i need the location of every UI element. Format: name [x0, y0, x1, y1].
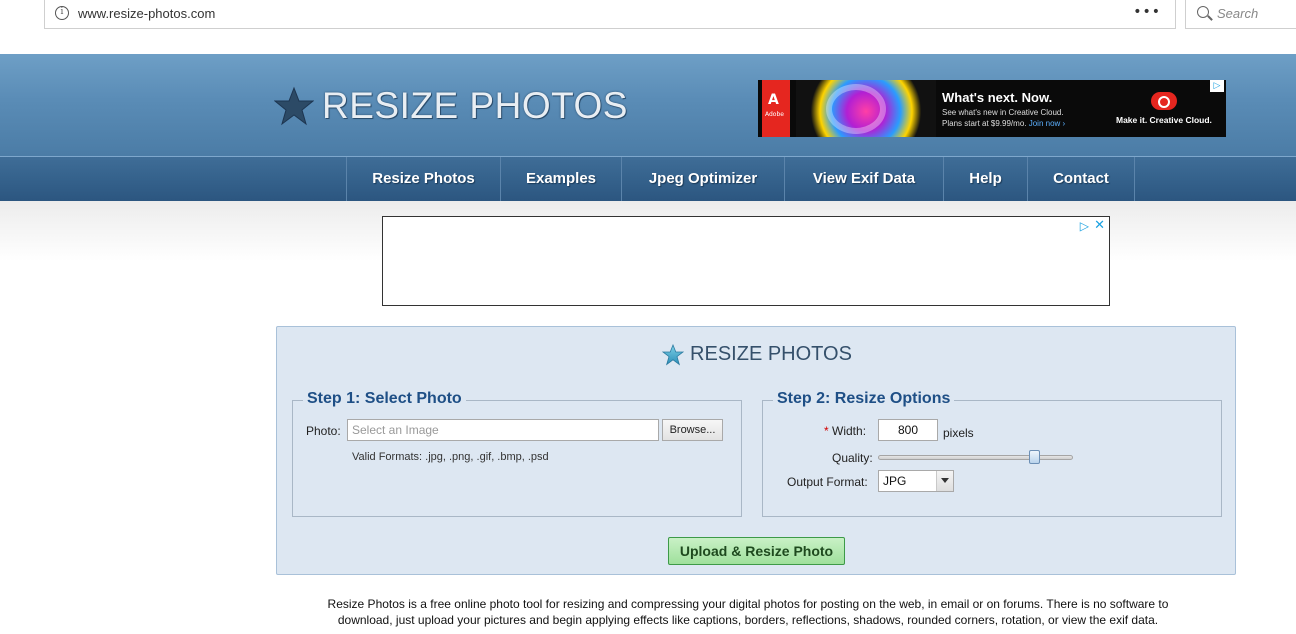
browse-button[interactable]: Browse...	[662, 419, 723, 441]
width-input[interactable]: 800	[878, 419, 938, 441]
browser-toolbar: i www.resize-photos.com ••• Search	[0, 0, 1296, 54]
width-label-row: * Width:	[824, 424, 866, 438]
ad-subline: See what's new in Creative Cloud.	[942, 108, 1064, 117]
url-text[interactable]: www.resize-photos.com	[78, 6, 215, 21]
browser-search-box[interactable]: Search	[1185, 0, 1296, 29]
header-ad-banner[interactable]: A Adobe What's next. Now. See what's new…	[758, 80, 1226, 137]
output-format-select[interactable]: JPG	[878, 470, 954, 492]
ad-subline-pricing: Plans start at $9.99/mo. Join now ›	[942, 119, 1065, 128]
ad-join-link[interactable]: Join now ›	[1029, 119, 1065, 128]
required-marker: *	[824, 424, 829, 438]
nav-item-contact[interactable]: Contact	[1028, 157, 1135, 201]
chevron-down-icon[interactable]	[936, 471, 953, 491]
adobe-brand-label: Adobe	[765, 111, 784, 118]
address-bar[interactable]: i www.resize-photos.com •••	[44, 0, 1176, 29]
tool-title-text: RESIZE PHOTOS	[690, 343, 852, 365]
width-unit-label: pixels	[943, 426, 974, 440]
tool-title: RESIZE PHOTOS	[277, 343, 1237, 366]
adobe-logo-block: A Adobe	[762, 80, 790, 137]
photo-file-input[interactable]: Select an Image	[347, 419, 659, 441]
resize-tool-panel: RESIZE PHOTOS Step 1: Select Photo Photo…	[276, 326, 1236, 575]
page-actions-icon[interactable]: •••	[1133, 4, 1161, 20]
search-icon	[1197, 6, 1209, 18]
output-format-value: JPG	[883, 474, 907, 488]
content-ad-slot[interactable]: ▷ ✕	[382, 216, 1110, 306]
quality-label: Quality:	[832, 451, 873, 465]
step2-fieldset: Step 2: Resize Options * Width: 800 pixe…	[762, 390, 1222, 517]
step1-legend: Step 1: Select Photo	[303, 390, 466, 408]
valid-formats-note: Valid Formats: .jpg, .png, .gif, .bmp, .…	[352, 451, 549, 463]
ad-artwork-image	[796, 80, 936, 137]
site-header: RESIZE PHOTOS A Adobe What's next. Now. …	[0, 54, 1296, 156]
ad-choices-icon[interactable]: ▷	[1080, 219, 1089, 233]
output-format-label: Output Format:	[787, 475, 868, 489]
logo-text: RESIZE PHOTOS	[322, 85, 628, 126]
ad-headline: What's next. Now.	[942, 90, 1053, 105]
nav-item-help[interactable]: Help	[944, 157, 1028, 201]
step1-fieldset: Step 1: Select Photo Photo: Select an Im…	[292, 390, 742, 517]
width-label: Width:	[832, 424, 867, 438]
site-info-icon[interactable]: i	[55, 6, 69, 20]
description-line-2: download, just upload your pictures and …	[337, 613, 1159, 627]
nav-item-examples[interactable]: Examples	[501, 157, 622, 201]
creative-cloud-icon	[1151, 92, 1177, 110]
search-placeholder: Search	[1217, 6, 1259, 21]
star-icon	[274, 86, 314, 126]
upload-resize-button[interactable]: Upload & Resize Photo	[668, 537, 845, 565]
ad-close-icon[interactable]: ✕	[1094, 218, 1105, 233]
nav-item-resize-photos[interactable]: Resize Photos	[347, 157, 501, 201]
site-logo[interactable]: RESIZE PHOTOS	[274, 81, 628, 131]
photo-label: Photo:	[306, 424, 341, 438]
nav-item-view-exif-data[interactable]: View Exif Data	[785, 157, 944, 201]
ad-pricing-text: Plans start at $9.99/mo.	[942, 119, 1029, 128]
description-line-1: Resize Photos is a free online photo too…	[327, 597, 1169, 611]
quality-slider-track[interactable]	[878, 455, 1073, 460]
star-icon	[662, 343, 685, 366]
quality-slider-thumb[interactable]	[1028, 450, 1040, 464]
site-description: Resize Photos is a free online photo too…	[296, 596, 1200, 628]
nav-item-jpeg-optimizer[interactable]: Jpeg Optimizer	[622, 157, 785, 201]
adobe-logo-icon: A	[768, 92, 779, 108]
ad-artwork-ring	[826, 84, 886, 134]
main-nav: Resize Photos Examples Jpeg Optimizer Vi…	[0, 156, 1296, 201]
nav-items: Resize Photos Examples Jpeg Optimizer Vi…	[346, 157, 1135, 201]
ad-choices-icon[interactable]: ▷	[1210, 80, 1224, 92]
ad-tagline: Make it. Creative Cloud.	[1116, 115, 1212, 125]
step2-legend: Step 2: Resize Options	[773, 390, 955, 408]
